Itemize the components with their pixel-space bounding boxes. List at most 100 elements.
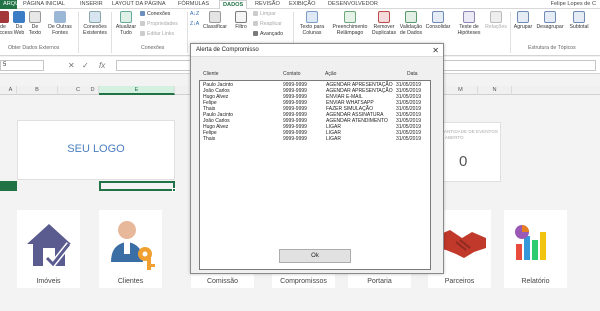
ungroup-button[interactable]: Desagrupar xyxy=(535,11,565,30)
text-file-icon xyxy=(29,11,41,23)
sort-a-z-button[interactable]: A↓Z xyxy=(190,11,199,18)
subtotal-label: Subtotal xyxy=(569,24,589,30)
tab-page-layout[interactable]: LAYOUT DA PÁGINA xyxy=(112,0,166,9)
house-icon xyxy=(27,224,72,269)
filter-button[interactable]: Filtro xyxy=(232,11,250,30)
clear-filter-button[interactable]: Limpar xyxy=(253,11,276,18)
tab-insert[interactable]: INSERIR xyxy=(80,0,103,9)
header-contato: Contato xyxy=(283,71,301,77)
dialog-title-bar[interactable]: Alerta de Compromisso ✕ xyxy=(191,44,443,57)
from-text-button[interactable]: De Texto xyxy=(27,11,43,36)
properties-icon xyxy=(140,21,145,26)
tab-view[interactable]: EXIBIÇÃO xyxy=(289,0,315,9)
what-if-button[interactable]: Teste de Hipóteses xyxy=(454,11,484,36)
ribbon-tabs: ARQUIVO PÁGINA INICIAL INSERIR LAYOUT DA… xyxy=(0,0,600,9)
cell-contato: 9999-9999 xyxy=(283,136,307,142)
column-header-a[interactable]: A xyxy=(4,86,17,95)
user-name[interactable]: Felipe Lopes de C xyxy=(551,0,596,9)
sort-icon xyxy=(209,11,221,23)
tab-review[interactable]: REVISÃO xyxy=(255,0,280,9)
from-access-button[interactable]: de Access xyxy=(0,11,13,36)
card-label-clientes: Clientes xyxy=(117,278,144,285)
card-relatorio[interactable]: Relatório xyxy=(504,210,567,288)
flash-fill-button[interactable]: Preenchimento Relâmpago xyxy=(330,11,370,36)
fill-handle[interactable] xyxy=(172,188,176,192)
edit-links-button[interactable]: Editar Links xyxy=(140,31,174,38)
selected-cell[interactable] xyxy=(99,181,175,191)
other-sources-icon xyxy=(54,11,66,23)
consolidate-label: Consolidar xyxy=(425,24,451,30)
column-header-b[interactable]: B xyxy=(17,86,58,95)
relationships-icon xyxy=(490,11,502,23)
ok-button[interactable]: Ok xyxy=(279,249,351,263)
column-header-e[interactable]: E xyxy=(99,86,175,95)
logo-text: SEU LOGO xyxy=(67,143,125,155)
clear-filter-icon xyxy=(253,11,258,16)
sort-label: Classificar xyxy=(203,24,227,30)
insert-function-button[interactable]: fx xyxy=(99,60,105,71)
column-header-m[interactable]: M xyxy=(444,86,478,95)
consolidate-icon xyxy=(432,11,444,23)
connections-icon xyxy=(89,11,101,23)
filter-funnel-icon xyxy=(235,11,247,23)
data-validation-label: Validação de Dados xyxy=(399,24,423,36)
list-item[interactable]: Thais 9999-9999 LIGAR 31/05/2019 xyxy=(200,136,430,142)
text-to-columns-button[interactable]: Texto para Colunas xyxy=(295,11,329,36)
card-label-relatorio: Relatório xyxy=(521,278,550,285)
refresh-icon xyxy=(120,11,132,23)
appointments-listbox[interactable]: Paulo Jacinto 9999-9999 AGENDAR APRESENT… xyxy=(199,80,431,270)
other-sources-button[interactable]: De Outras Fontes xyxy=(45,11,75,36)
column-header-d[interactable]: D xyxy=(86,86,99,95)
report-chart-icon xyxy=(515,225,546,260)
what-if-label: Teste de Hipóteses xyxy=(457,24,481,36)
relationships-button[interactable]: Relações xyxy=(483,11,509,30)
kpi-label: QUANTIDADE DE EVENTOS EM ABERTO xyxy=(437,129,498,140)
remove-duplicates-button[interactable]: Remover Duplicatas xyxy=(368,11,400,36)
row-header-selected[interactable] xyxy=(0,181,17,191)
text-to-columns-icon xyxy=(306,11,318,23)
sort-button[interactable]: Classificar xyxy=(200,11,230,30)
enter-icon[interactable]: ✓ xyxy=(82,60,89,71)
column-header-n[interactable]: N xyxy=(478,86,512,95)
cancel-icon[interactable]: ✕ xyxy=(68,60,75,71)
reapply-icon xyxy=(253,21,258,26)
group-label-outline: Estrutura de Tópicos xyxy=(528,45,576,51)
reapply-button[interactable]: Reaplicar xyxy=(253,21,282,28)
existing-connections-label: Conexões Existentes xyxy=(83,24,107,36)
card-clientes[interactable]: Clientes xyxy=(99,210,162,288)
connections-label: Conexões xyxy=(147,11,171,17)
consolidate-button[interactable]: Consolidar xyxy=(423,11,453,30)
advanced-filter-button[interactable]: Avançado xyxy=(253,31,283,38)
from-web-button[interactable]: Da Web xyxy=(12,11,26,36)
sort-z-a-button[interactable]: Z↓A xyxy=(190,21,199,28)
remove-duplicates-icon xyxy=(378,11,390,23)
access-icon xyxy=(0,11,9,23)
tab-developer[interactable]: DESENVOLVEDOR xyxy=(328,0,378,9)
client-key-icon xyxy=(111,221,155,270)
subtotal-button[interactable]: Subtotal xyxy=(567,11,591,30)
edit-links-icon xyxy=(140,31,145,36)
kpi-value: 0 xyxy=(459,153,468,170)
logo-placeholder: SEU LOGO xyxy=(17,120,175,180)
card-imoveis[interactable]: Imóveis xyxy=(17,210,80,288)
data-validation-button[interactable]: Validação de Dados xyxy=(397,11,425,36)
tab-data[interactable]: DADOS xyxy=(219,0,248,9)
what-if-icon xyxy=(463,11,475,23)
close-icon[interactable]: ✕ xyxy=(432,46,439,55)
properties-button[interactable]: Propriedades xyxy=(140,21,178,28)
ribbon-separator xyxy=(111,12,112,53)
tab-formulas[interactable]: FÓRMULAS xyxy=(178,0,209,9)
tab-file[interactable]: ARQUIVO xyxy=(0,0,17,9)
dialog-title: Alerta de Compromisso xyxy=(196,47,259,53)
other-sources-label: De Outras Fontes xyxy=(48,24,72,36)
remove-duplicates-label: Remover Duplicatas xyxy=(371,24,397,36)
tab-home[interactable]: PÁGINA INICIAL xyxy=(23,0,65,9)
flash-fill-label: Preenchimento Relâmpago xyxy=(332,24,368,36)
connections-button[interactable]: Conexões xyxy=(140,11,170,18)
header-acao: Ação xyxy=(325,71,337,77)
existing-connections-button[interactable]: Conexões Existentes xyxy=(80,11,110,36)
name-box[interactable]: 5 xyxy=(0,60,44,71)
group-button[interactable]: Agrupar xyxy=(512,11,534,30)
group-label-get-data: Obter Dados Externos xyxy=(8,45,60,51)
refresh-all-button[interactable]: Atualizar Tudo xyxy=(113,11,139,36)
